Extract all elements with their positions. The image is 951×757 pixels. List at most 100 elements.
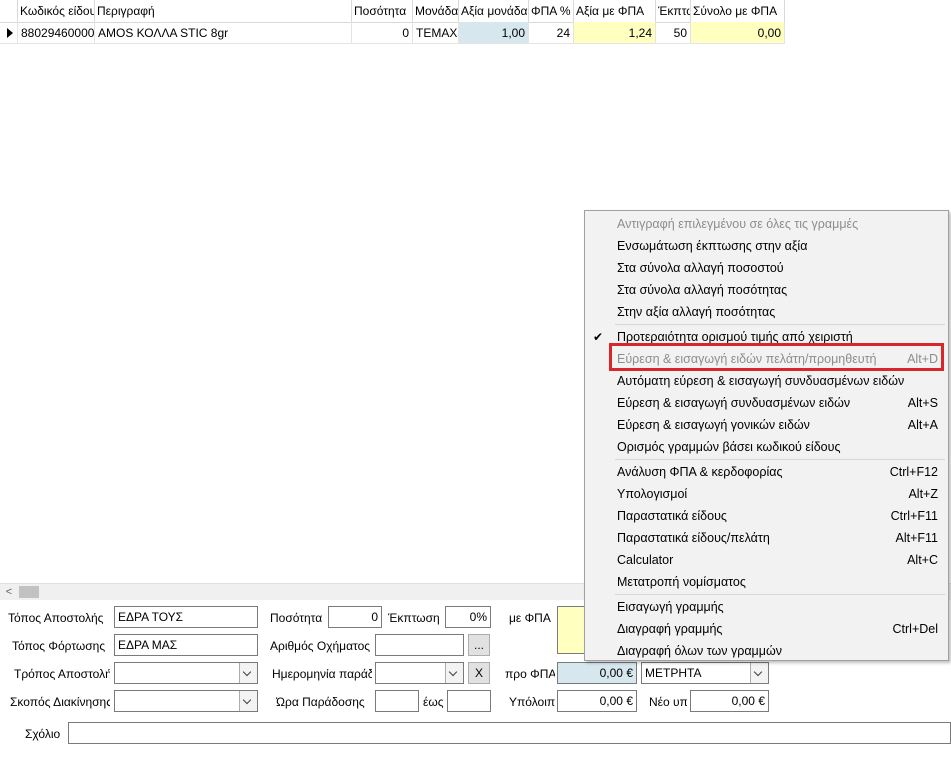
menu-item-label: Εύρεση & εισαγωγή συνδυασμένων ειδών [617,396,851,410]
menu-item-find-combined-items[interactable]: Εύρεση & εισαγωγή συνδυασμένων ειδών Alt+… [585,392,948,414]
menu-item-currency-conversion[interactable]: Μετατροπή νομίσματος [585,571,948,593]
shipping-method-label: Τρόπος Αποστολής [14,667,110,681]
quantity-label: Ποσότητα [270,611,323,625]
menu-item-label: Αντιγραφή επιλεγμένου σε όλες τις γραμμέ… [617,217,859,231]
menu-item-vat-profit-analysis[interactable]: Ανάλυση ΦΠΑ & κερδοφορίας Ctrl+F12 [585,461,948,483]
menu-item-shortcut: Alt+Z [908,487,938,501]
cell-unit-value[interactable]: 1,00 [459,22,529,44]
menu-item-insert-row[interactable]: Εισαγωγή γραμμής [585,596,948,618]
balance-label: Υπόλοιπο [509,695,555,709]
column-header-total-with-vat[interactable]: Σύνολο με ΦΠΑ [691,0,785,22]
with-vat-label: με ΦΠΑ [509,611,551,625]
clear-date-button[interactable]: X [468,662,490,684]
cell-unit[interactable]: TEMAXIA [413,22,459,44]
delivery-time-from-input[interactable] [375,690,419,712]
column-header-unit-value[interactable]: Αξία μονάδας [459,0,529,22]
menu-item-shortcut: Ctrl+F12 [889,465,938,479]
cell-value-with-vat[interactable]: 1,24 [574,22,656,44]
cell-vat[interactable]: 24 [529,22,574,44]
menu-item-label: Ανάλυση ΦΠΑ & κερδοφορίας [617,465,783,479]
menu-item-label: Μετατροπή νομίσματος [617,575,746,589]
menu-item-value-change-quantity[interactable]: Στην αξία αλλαγή ποσότητας [585,301,948,323]
pre-vat-label: προ ΦΠΑ [505,667,555,681]
quantity-input[interactable]: 0 [328,606,382,628]
comment-label: Σχόλιο [25,727,61,741]
menu-item-label: Εισαγωγή γραμμής [617,600,724,614]
delivery-date-select[interactable] [375,662,464,684]
column-header-vat[interactable]: ΦΠΑ % [529,0,574,22]
menu-item-totals-change-quantity[interactable]: Στα σύνολα αλλαγή ποσότητας [585,279,948,301]
dispatch-place-label: Τόπος Αποστολής [8,611,104,625]
pre-vat-value: 0,00 € [557,662,637,684]
menu-item-item-documents[interactable]: Παραστατικά είδους Ctrl+F11 [585,505,948,527]
menu-item-delete-row[interactable]: Διαγραφή γραμμής Ctrl+Del [585,618,948,640]
cell-discount[interactable]: 50 [656,22,691,44]
discount-label: Έκπτωση [388,611,440,625]
menu-item-shortcut: Alt+S [907,396,938,410]
scroll-left-icon[interactable]: < [2,584,16,600]
menu-item-shortcut: Alt+F11 [895,531,939,545]
vehicle-number-input[interactable] [375,634,464,656]
comment-input[interactable] [68,722,951,744]
loading-place-label: Τόπος Φόρτωσης [12,639,106,653]
menu-item-shortcut: Alt+C [907,553,938,567]
vehicle-lookup-button[interactable]: ... [468,634,490,656]
delivery-date-label: Ημερομηνία παράδοσης [272,667,372,681]
cell-description[interactable]: AMOS ΚΟΛΛΑ STIC 8gr [95,22,352,44]
delivery-time-label: Ώρα Παράδοσης [276,695,365,709]
table-row[interactable]: 8802946000089 AMOS ΚΟΛΛΑ STIC 8gr 0 TEMA… [0,22,785,44]
menu-item-define-rows-by-code[interactable]: Ορισμός γραμμών βάσει κωδικού είδους [585,436,948,458]
cell-quantity[interactable]: 0 [352,22,413,44]
with-vat-total-box [557,606,587,654]
menu-item-label: Διαγραφή όλων των γραμμών [617,644,782,658]
purpose-select[interactable] [114,690,258,712]
menu-item-embed-discount[interactable]: Ενσωμάτωση έκπτωσης στην αξία [585,235,948,257]
discount-input[interactable]: 0% [445,606,491,628]
current-row-arrow-icon [7,28,13,38]
menu-item-copy-selected[interactable]: Αντιγραφή επιλεγμένου σε όλες τις γραμμέ… [585,213,948,235]
until-label: έως [423,695,444,709]
menu-item-totals-change-percentage[interactable]: Στα σύνολα αλλαγή ποσοστού [585,257,948,279]
chevron-down-icon[interactable] [239,691,257,711]
vehicle-number-label: Αριθμός Οχήματος [270,639,371,653]
annotation-highlight-box [609,343,944,371]
menu-item-label: Εύρεση & εισαγωγή γονικών ειδών [617,418,810,432]
menu-separator [615,324,945,325]
payment-method-select[interactable]: ΜΕΤΡΗΤΑ [641,662,769,684]
column-header-quantity[interactable]: Ποσότητα [352,0,413,22]
menu-item-label: Στα σύνολα αλλαγή ποσότητας [617,283,788,297]
menu-item-label: Παραστατικά είδους [617,509,727,523]
menu-item-label: Στα σύνολα αλλαγή ποσοστού [617,261,784,275]
column-header-unit[interactable]: Μονάδα [413,0,459,22]
column-header-value-with-vat[interactable]: Αξία με ΦΠΑ [574,0,656,22]
menu-item-calculator[interactable]: Calculator Alt+C [585,549,948,571]
cell-total-with-vat[interactable]: 0,00 [691,22,785,44]
menu-item-label: Ενσωμάτωση έκπτωσης στην αξία [617,239,808,253]
menu-item-label: Υπολογισμοί [617,487,688,501]
column-header-discount[interactable]: Έκπτωση [656,0,691,22]
loading-place-input[interactable]: ΕΔΡΑ ΜΑΣ [114,634,258,656]
new-balance-value: 0,00 € [690,690,769,712]
menu-item-auto-find-combined-items[interactable]: Αυτόματη εύρεση & εισαγωγή συνδυασμένων … [585,370,948,392]
shipping-method-select[interactable] [114,662,258,684]
menu-item-label: Διαγραφή γραμμής [617,622,723,636]
menu-item-item-customer-documents[interactable]: Παραστατικά είδους/πελάτη Alt+F11 [585,527,948,549]
chevron-down-icon[interactable] [445,663,463,683]
purpose-label: Σκοπός Διακίνησης [10,695,110,709]
chevron-down-icon[interactable] [239,663,257,683]
menu-item-shortcut: Ctrl+F11 [890,509,938,523]
scrollbar-thumb[interactable] [19,586,39,598]
dispatch-place-input[interactable]: ΕΔΡΑ ΤΟΥΣ [114,606,258,628]
menu-item-find-parent-items[interactable]: Εύρεση & εισαγωγή γονικών ειδών Alt+A [585,414,948,436]
delivery-time-to-input[interactable] [447,690,491,712]
chevron-down-icon[interactable] [750,663,768,683]
menu-item-delete-all-rows[interactable]: Διαγραφή όλων των γραμμών [585,640,948,662]
menu-item-label: Ορισμός γραμμών βάσει κωδικού είδους [617,440,841,454]
grid-header: Κωδικός είδους Περιγραφή Ποσότητα Μονάδα… [0,0,785,23]
row-indicator-header [0,0,18,22]
cell-code[interactable]: 8802946000089 [18,22,95,44]
column-header-code[interactable]: Κωδικός είδους [18,0,95,22]
column-header-description[interactable]: Περιγραφή [95,0,352,22]
new-balance-label: Νέο υπόλοιπο [649,695,687,709]
menu-item-calculations[interactable]: Υπολογισμοί Alt+Z [585,483,948,505]
